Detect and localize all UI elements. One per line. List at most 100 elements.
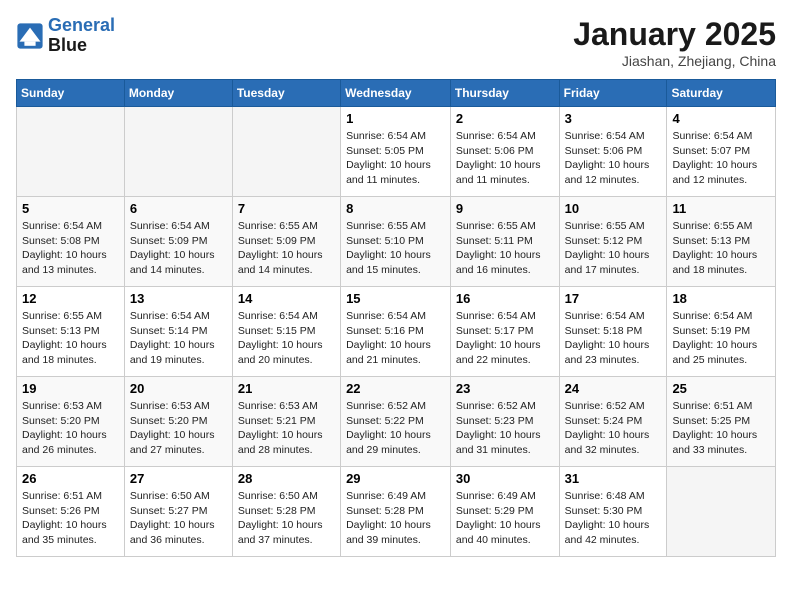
calendar-cell: 20Sunrise: 6:53 AM Sunset: 5:20 PM Dayli…	[124, 377, 232, 467]
calendar-cell: 23 Sunrise: 6:52 AM Sunset: 5:23 PM Dayli…	[450, 377, 559, 467]
day-info: Sunrise: 6:55 AM Sunset: 5:13 PM Dayligh…	[672, 219, 770, 278]
header-row: SundayMondayTuesdayWednesdayThursdayFrid…	[17, 80, 776, 107]
calendar-cell: 31 Sunrise: 6:48 AM Sunset: 5:30 PM Dayli…	[559, 467, 667, 557]
day-number: 11	[672, 201, 770, 216]
day-number: 22	[346, 381, 445, 396]
day-number: 26	[22, 471, 119, 486]
header-wednesday: Wednesday	[341, 80, 451, 107]
day-number: 31	[565, 471, 662, 486]
day-number: 17	[565, 291, 662, 306]
day-number: 25	[672, 381, 770, 396]
day-number: 16	[456, 291, 554, 306]
calendar-cell: 12 Sunrise: 6:55 AM Sunset: 5:13 PM Dayli…	[17, 287, 125, 377]
day-number: 10	[565, 201, 662, 216]
day-info: Sunrise: 6:54 AM Sunset: 5:14 PM Dayligh…	[130, 309, 227, 368]
header-tuesday: Tuesday	[232, 80, 340, 107]
calendar-cell: 27 Sunrise: 6:50 AM Sunset: 5:27 PM Dayli…	[124, 467, 232, 557]
day-info: Sunrise: 6:51 AM Sunset: 5:26 PM Dayligh…	[22, 489, 119, 548]
day-number: 1	[346, 111, 445, 126]
calendar-cell: 25 Sunrise: 6:51 AM Sunset: 5:25 PM Dayli…	[667, 377, 776, 467]
header-thursday: Thursday	[450, 80, 559, 107]
day-info: Sunrise: 6:54 AM Sunset: 5:07 PM Dayligh…	[672, 129, 770, 188]
day-info: Sunrise: 6:54 AM Sunset: 5:17 PM Dayligh…	[456, 309, 554, 368]
day-info: Sunrise: 6:55 AM Sunset: 5:10 PM Dayligh…	[346, 219, 445, 278]
day-number: 9	[456, 201, 554, 216]
day-info: Sunrise: 6:54 AM Sunset: 5:08 PM Dayligh…	[22, 219, 119, 278]
day-info: Sunrise: 6:52 AM Sunset: 5:23 PM Dayligh…	[456, 399, 554, 458]
day-number: 2	[456, 111, 554, 126]
header-friday: Friday	[559, 80, 667, 107]
day-number: 5	[22, 201, 119, 216]
calendar-cell: 3Sunrise: 6:54 AM Sunset: 5:06 PM Daylig…	[559, 107, 667, 197]
day-info: Sunrise: 6:54 AM Sunset: 5:16 PM Dayligh…	[346, 309, 445, 368]
day-info: Sunrise: 6:48 AM Sunset: 5:30 PM Dayligh…	[565, 489, 662, 548]
day-info: Sunrise: 6:54 AM Sunset: 5:09 PM Dayligh…	[130, 219, 227, 278]
calendar-cell	[124, 107, 232, 197]
calendar-cell: 22 Sunrise: 6:52 AM Sunset: 5:22 PM Dayli…	[341, 377, 451, 467]
calendar-cell: 15 Sunrise: 6:54 AM Sunset: 5:16 PM Dayli…	[341, 287, 451, 377]
page-header: General Blue January 2025 Jiashan, Zheji…	[16, 16, 776, 69]
day-info: Sunrise: 6:52 AM Sunset: 5:22 PM Dayligh…	[346, 399, 445, 458]
day-info: Sunrise: 6:54 AM Sunset: 5:19 PM Dayligh…	[672, 309, 770, 368]
week-row-1: 1 Sunrise: 6:54 AM Sunset: 5:05 PM Daylig…	[17, 107, 776, 197]
day-info: Sunrise: 6:53 AM Sunset: 5:20 PM Dayligh…	[22, 399, 119, 458]
week-row-4: 19Sunrise: 6:53 AM Sunset: 5:20 PM Dayli…	[17, 377, 776, 467]
week-row-5: 26 Sunrise: 6:51 AM Sunset: 5:26 PM Dayli…	[17, 467, 776, 557]
calendar-table: SundayMondayTuesdayWednesdayThursdayFrid…	[16, 79, 776, 557]
calendar-cell: 18Sunrise: 6:54 AM Sunset: 5:19 PM Dayli…	[667, 287, 776, 377]
calendar-cell: 28Sunrise: 6:50 AM Sunset: 5:28 PM Dayli…	[232, 467, 340, 557]
calendar-cell: 19Sunrise: 6:53 AM Sunset: 5:20 PM Dayli…	[17, 377, 125, 467]
day-number: 28	[238, 471, 335, 486]
day-number: 13	[130, 291, 227, 306]
logo-text: General Blue	[48, 16, 115, 56]
calendar-cell: 6 Sunrise: 6:54 AM Sunset: 5:09 PM Daylig…	[124, 197, 232, 287]
day-number: 8	[346, 201, 445, 216]
day-info: Sunrise: 6:55 AM Sunset: 5:11 PM Dayligh…	[456, 219, 554, 278]
day-info: Sunrise: 6:53 AM Sunset: 5:20 PM Dayligh…	[130, 399, 227, 458]
calendar-cell	[232, 107, 340, 197]
day-info: Sunrise: 6:55 AM Sunset: 5:12 PM Dayligh…	[565, 219, 662, 278]
day-info: Sunrise: 6:54 AM Sunset: 5:06 PM Dayligh…	[565, 129, 662, 188]
calendar-cell	[667, 467, 776, 557]
calendar-cell: 7 Sunrise: 6:55 AM Sunset: 5:09 PM Daylig…	[232, 197, 340, 287]
day-number: 23	[456, 381, 554, 396]
day-info: Sunrise: 6:51 AM Sunset: 5:25 PM Dayligh…	[672, 399, 770, 458]
calendar-cell: 13 Sunrise: 6:54 AM Sunset: 5:14 PM Dayli…	[124, 287, 232, 377]
calendar-title: January 2025	[573, 16, 776, 53]
day-info: Sunrise: 6:49 AM Sunset: 5:29 PM Dayligh…	[456, 489, 554, 548]
day-number: 12	[22, 291, 119, 306]
calendar-cell: 16 Sunrise: 6:54 AM Sunset: 5:17 PM Dayli…	[450, 287, 559, 377]
header-saturday: Saturday	[667, 80, 776, 107]
logo-line1: General	[48, 15, 115, 35]
day-info: Sunrise: 6:55 AM Sunset: 5:09 PM Dayligh…	[238, 219, 335, 278]
calendar-cell: 1 Sunrise: 6:54 AM Sunset: 5:05 PM Daylig…	[341, 107, 451, 197]
day-number: 7	[238, 201, 335, 216]
logo: General Blue	[16, 16, 115, 56]
day-info: Sunrise: 6:54 AM Sunset: 5:15 PM Dayligh…	[238, 309, 335, 368]
day-info: Sunrise: 6:55 AM Sunset: 5:13 PM Dayligh…	[22, 309, 119, 368]
day-info: Sunrise: 6:54 AM Sunset: 5:06 PM Dayligh…	[456, 129, 554, 188]
day-number: 15	[346, 291, 445, 306]
day-number: 30	[456, 471, 554, 486]
day-number: 4	[672, 111, 770, 126]
title-block: January 2025 Jiashan, Zhejiang, China	[573, 16, 776, 69]
day-info: Sunrise: 6:54 AM Sunset: 5:05 PM Dayligh…	[346, 129, 445, 188]
calendar-cell: 8 Sunrise: 6:55 AM Sunset: 5:10 PM Daylig…	[341, 197, 451, 287]
calendar-cell	[17, 107, 125, 197]
calendar-cell: 26 Sunrise: 6:51 AM Sunset: 5:26 PM Dayli…	[17, 467, 125, 557]
day-number: 27	[130, 471, 227, 486]
calendar-cell: 4 Sunrise: 6:54 AM Sunset: 5:07 PM Daylig…	[667, 107, 776, 197]
calendar-cell: 10 Sunrise: 6:55 AM Sunset: 5:12 PM Dayli…	[559, 197, 667, 287]
logo-line2: Blue	[48, 36, 115, 56]
logo-icon	[16, 22, 44, 50]
calendar-cell: 2 Sunrise: 6:54 AM Sunset: 5:06 PM Daylig…	[450, 107, 559, 197]
day-number: 6	[130, 201, 227, 216]
day-number: 29	[346, 471, 445, 486]
calendar-cell: 5 Sunrise: 6:54 AM Sunset: 5:08 PM Daylig…	[17, 197, 125, 287]
day-info: Sunrise: 6:52 AM Sunset: 5:24 PM Dayligh…	[565, 399, 662, 458]
calendar-cell: 14Sunrise: 6:54 AM Sunset: 5:15 PM Dayli…	[232, 287, 340, 377]
header-monday: Monday	[124, 80, 232, 107]
day-info: Sunrise: 6:50 AM Sunset: 5:27 PM Dayligh…	[130, 489, 227, 548]
calendar-cell: 24Sunrise: 6:52 AM Sunset: 5:24 PM Dayli…	[559, 377, 667, 467]
week-row-3: 12 Sunrise: 6:55 AM Sunset: 5:13 PM Dayli…	[17, 287, 776, 377]
